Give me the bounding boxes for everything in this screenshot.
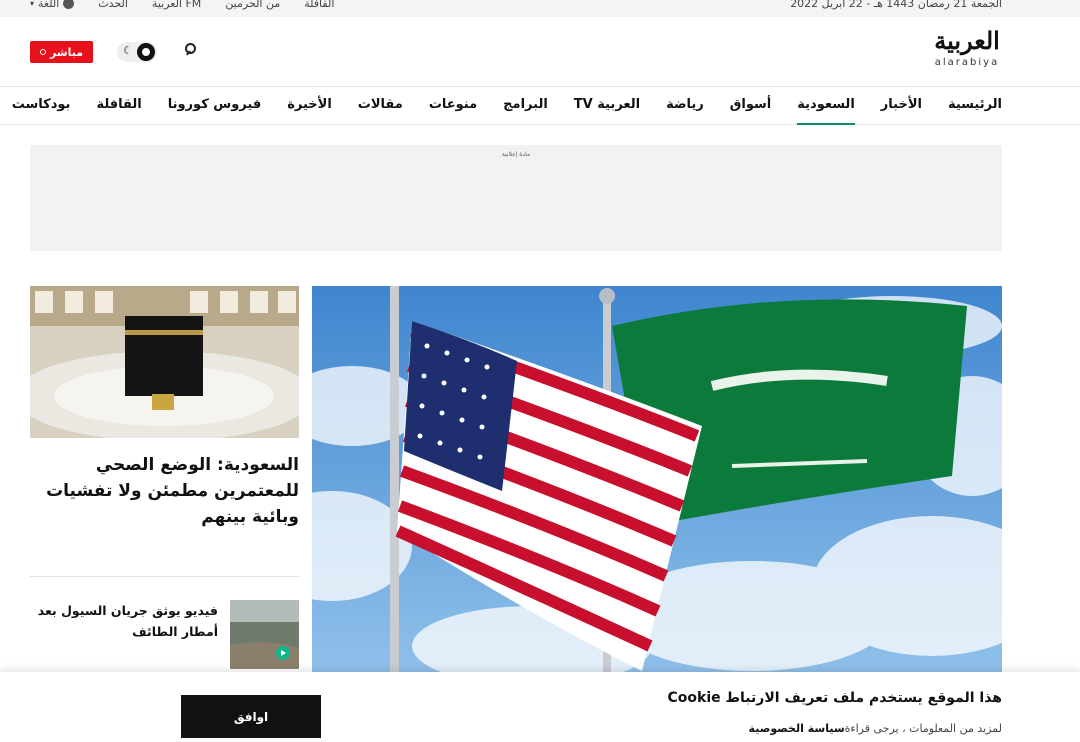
cookie-text-body: لمزيد من المعلومات ، يرجى قراءة [844, 722, 1002, 735]
cookie-text: لمزيد من المعلومات ، يرجى قراءةسياسة الخ… [749, 722, 1002, 735]
top-bar: ▾ اللغة الحدث العربية FM من الحرمين القا… [0, 0, 1080, 17]
nav-item-saudi[interactable]: السعودية [784, 87, 868, 125]
top-link-qafila[interactable]: القافلة [304, 0, 334, 10]
top-link-fm[interactable]: العربية FM [152, 0, 201, 10]
privacy-policy-link[interactable]: سياسة الخصوصية [749, 722, 845, 735]
live-dot-icon [39, 49, 46, 55]
date-label: الجمعة 21 رمضان 1443 هـ - 22 ابريل 2022 [790, 0, 1002, 10]
page: ▾ اللغة الحدث العربية FM من الحرمين القا… [0, 0, 1080, 742]
video-story-title[interactable]: فيديو يوثق جريان السيول بعد أمطار الطائف [30, 600, 218, 642]
cookie-banner: هذا الموقع يستخدم ملف تعريف الارتباط Coo… [0, 672, 1080, 742]
play-icon [276, 646, 290, 660]
search-icon[interactable] [185, 43, 199, 57]
nav-item-programs[interactable]: البرامج [490, 87, 561, 125]
logo-latin: alarabiya [934, 57, 1000, 68]
logo-arabic: العربية [934, 26, 1000, 55]
language-label: اللغة [38, 0, 60, 10]
divider [30, 576, 299, 577]
accept-button[interactable]: اوافق [181, 695, 321, 738]
nav-item-qafila[interactable]: القافلة [83, 87, 154, 125]
story-image-kaaba[interactable] [30, 286, 299, 438]
globe-icon [63, 0, 75, 9]
nav-item-tv[interactable]: العربية TV [561, 87, 653, 125]
moon-icon: ☾ [123, 44, 133, 57]
nav-item-corona[interactable]: فيروس كورونا [155, 87, 275, 125]
ad-slot[interactable]: مادة إعلانية [30, 145, 1002, 251]
top-links: ▾ اللغة الحدث العربية FM من الحرمين القا… [30, 0, 334, 10]
site-header: العربية alarabiya ☾ مباشر [0, 17, 1080, 87]
chevron-down-icon: ▾ [30, 0, 35, 8]
live-button[interactable]: مباشر [30, 41, 93, 63]
nav-item-markets[interactable]: أسواق [717, 87, 784, 125]
theme-toggle[interactable]: ☾ [117, 42, 157, 62]
ad-label: مادة إعلانية [501, 151, 531, 158]
video-thumbnail[interactable] [230, 600, 299, 669]
nav-item-news[interactable]: الأخبار [868, 87, 935, 125]
nav-item-sports[interactable]: رياضة [653, 87, 717, 125]
top-link-haramain[interactable]: من الحرمين [225, 0, 280, 10]
nav-item-home[interactable]: الرئيسية [935, 87, 1002, 125]
language-selector[interactable]: ▾ اللغة [30, 0, 75, 10]
nav-item-podcast[interactable]: بودكاست [0, 87, 83, 125]
main-nav: الرئيسية الأخبار السعودية أسواق رياضة ال… [0, 87, 1080, 125]
cookie-title: هذا الموقع يستخدم ملف تعريف الارتباط Coo… [667, 690, 1002, 706]
hero-image[interactable] [312, 286, 1002, 672]
nav-item-articles[interactable]: مقالات [345, 87, 416, 125]
nav-item-variety[interactable]: منوعات [416, 87, 490, 125]
sun-icon [137, 43, 155, 61]
live-label: مباشر [49, 45, 84, 59]
site-logo[interactable]: العربية alarabiya [932, 26, 1002, 69]
story-title[interactable]: السعودية: الوضع الصحي للمعتمرين مطمئن ول… [30, 452, 299, 530]
nav-item-last[interactable]: الأخيرة [274, 87, 345, 125]
top-link-alhadath[interactable]: الحدث [98, 0, 128, 10]
